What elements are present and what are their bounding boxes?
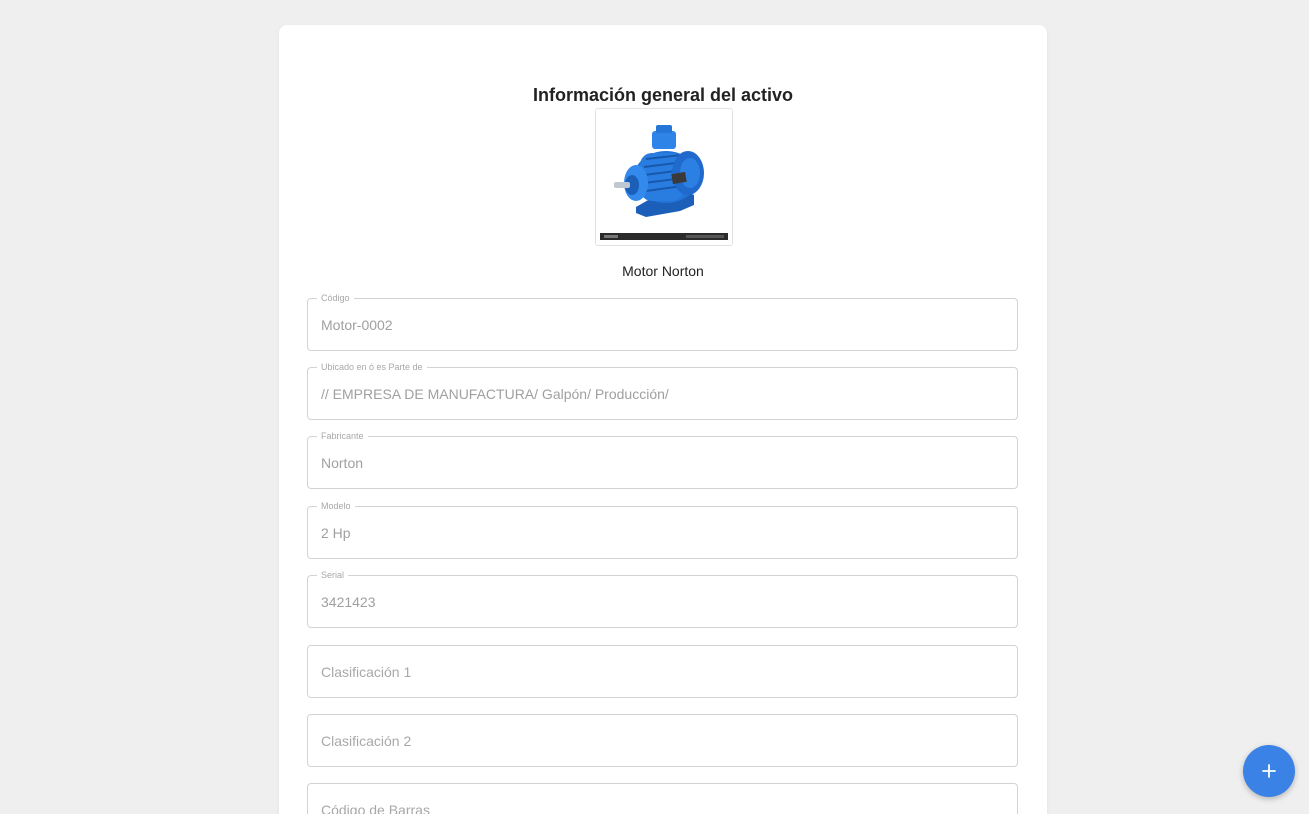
ubicacion-field[interactable]: Ubicado en ó es Parte de // EMPRESA DE M… — [307, 360, 1018, 420]
fabricante-label: Fabricante — [317, 429, 368, 443]
plus-icon — [1262, 764, 1276, 778]
clasificacion-2-field[interactable]: Clasificación 2 — [307, 714, 1018, 767]
asset-photo[interactable] — [595, 108, 733, 246]
clasificacion-1-placeholder[interactable]: Clasificación 1 — [321, 662, 1005, 682]
modelo-label: Modelo — [317, 499, 355, 513]
serial-value[interactable]: 3421423 — [321, 592, 1005, 612]
asset-info-card: Información general del activo Motor Nor… — [279, 25, 1047, 814]
ubicacion-value[interactable]: // EMPRESA DE MANUFACTURA/ Galpón/ Produ… — [321, 384, 1005, 404]
add-button[interactable] — [1243, 745, 1295, 797]
page-title: Información general del activo — [532, 85, 794, 105]
codigo-value[interactable]: Motor-0002 — [321, 315, 1005, 335]
fabricante-field[interactable]: Fabricante Norton — [307, 429, 1018, 489]
codigo-barras-field[interactable]: Código de Barras — [307, 783, 1018, 814]
fabricante-value[interactable]: Norton — [321, 453, 1005, 473]
serial-label: Serial — [317, 568, 349, 582]
serial-field[interactable]: Serial 3421423 — [307, 568, 1018, 628]
codigo-barras-placeholder[interactable]: Código de Barras — [321, 800, 1005, 814]
electric-motor-image — [596, 109, 732, 245]
modelo-field[interactable]: Modelo 2 Hp — [307, 499, 1018, 559]
codigo-field[interactable]: Código Motor-0002 — [307, 291, 1018, 351]
clasificacion-2-placeholder[interactable]: Clasificación 2 — [321, 731, 1005, 751]
ubicacion-label: Ubicado en ó es Parte de — [317, 360, 427, 374]
modelo-value[interactable]: 2 Hp — [321, 523, 1005, 543]
clasificacion-1-field[interactable]: Clasificación 1 — [307, 645, 1018, 698]
asset-name: Motor Norton — [622, 263, 704, 279]
page: Información general del activo Motor Nor… — [0, 0, 1309, 814]
codigo-label: Código — [317, 291, 354, 305]
